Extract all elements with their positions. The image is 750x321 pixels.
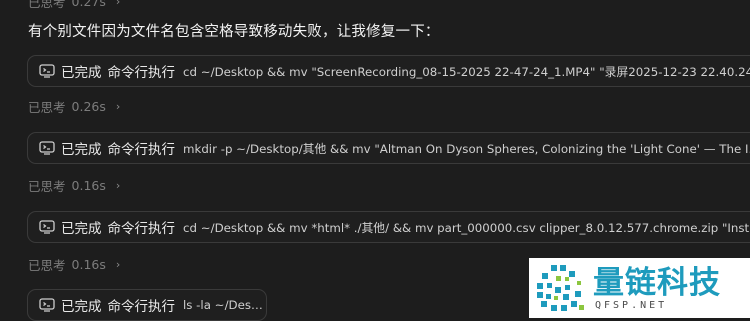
chevron-right-icon: › bbox=[115, 257, 121, 271]
thinking-duration: 0.26s bbox=[71, 98, 106, 114]
tool-command: cd ~/Desktop && mv *html* ./其他/ && mv pa… bbox=[183, 220, 750, 235]
assistant-message: 有个别文件因为文件名包含空格导致移动失败，让我修复一下： bbox=[28, 24, 440, 40]
thinking-label: 已思考 bbox=[28, 0, 66, 10]
thinking-indicator[interactable]: 已思考 0.26s › bbox=[28, 96, 120, 116]
chevron-right-icon: › bbox=[115, 99, 121, 113]
tool-name: 命令行执行 bbox=[107, 65, 176, 81]
thinking-duration: 0.16s bbox=[71, 256, 106, 272]
tool-call-card[interactable]: 已完成 命令行执行 cd ~/Desktop && mv *html* ./其他… bbox=[27, 211, 750, 243]
tool-call-card[interactable]: 已完成 命令行执行 cd ~/Desktop && mv "ScreenReco… bbox=[27, 55, 750, 87]
tool-name: 命令行执行 bbox=[107, 299, 176, 315]
tool-name: 命令行执行 bbox=[107, 142, 176, 158]
tool-command: ls -la ~/Desktop bbox=[183, 298, 266, 312]
thinking-indicator[interactable]: 已思考 0.16s › bbox=[28, 254, 120, 274]
thinking-label: 已思考 bbox=[28, 178, 66, 194]
terminal-icon bbox=[39, 64, 55, 78]
brand-domain: QFSP.NET bbox=[595, 299, 668, 311]
tool-status: 已完成 bbox=[61, 221, 102, 237]
tool-name: 命令行执行 bbox=[107, 221, 176, 237]
terminal-icon bbox=[39, 298, 55, 312]
terminal-icon bbox=[39, 141, 55, 155]
logo-mark-icon bbox=[537, 265, 584, 311]
chevron-right-icon: › bbox=[115, 178, 121, 192]
tool-command: mkdir -p ~/Desktop/其他 && mv "Altman On D… bbox=[183, 141, 750, 156]
watermark-logo: 量链科技 QFSP.NET bbox=[529, 258, 750, 318]
thinking-label: 已思考 bbox=[28, 257, 66, 273]
tool-command: cd ~/Desktop && mv "ScreenRecording_08-1… bbox=[183, 64, 750, 79]
chevron-right-icon: › bbox=[115, 0, 121, 8]
tool-call-card[interactable]: 已完成 命令行执行 ls -la ~/Desktop bbox=[27, 289, 267, 321]
tool-call-card[interactable]: 已完成 命令行执行 mkdir -p ~/Desktop/其他 && mv "A… bbox=[27, 132, 750, 164]
tool-status: 已完成 bbox=[61, 142, 102, 158]
thinking-duration: 0.27s bbox=[71, 0, 106, 9]
thinking-label: 已思考 bbox=[28, 99, 66, 115]
tool-status: 已完成 bbox=[61, 65, 102, 81]
tool-status: 已完成 bbox=[61, 299, 102, 315]
thinking-indicator[interactable]: 已思考 0.16s › bbox=[28, 175, 120, 195]
terminal-icon bbox=[39, 220, 55, 234]
brand-name: 量链科技 bbox=[593, 264, 721, 301]
thinking-indicator-top[interactable]: 已思考 0.27s › bbox=[28, 0, 120, 11]
thinking-duration: 0.16s bbox=[71, 177, 106, 193]
